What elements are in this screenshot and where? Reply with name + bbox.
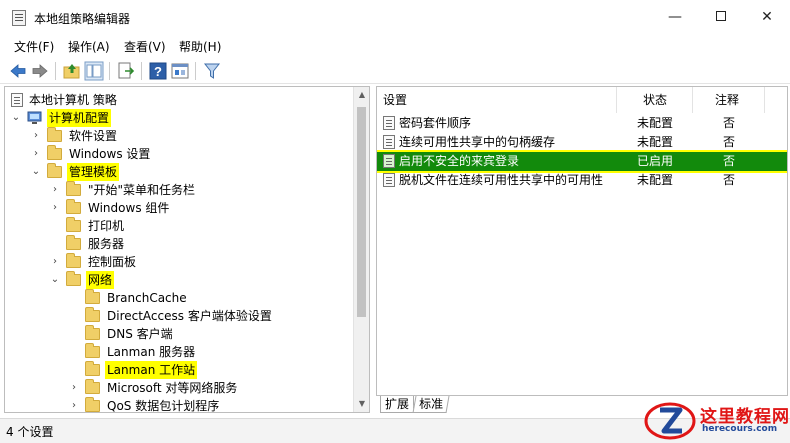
properties-icon[interactable] (170, 61, 190, 81)
chevron-right-icon[interactable]: › (68, 379, 80, 397)
folder-icon (85, 379, 100, 394)
title-bar: 本地组策略编辑器 — ✕ (0, 0, 790, 34)
list-item[interactable]: 密码套件顺序 未配置 否 (377, 114, 787, 133)
folder-icon (85, 361, 100, 376)
folder-icon (66, 199, 81, 214)
maximize-icon (716, 10, 726, 21)
chevron-right-icon[interactable]: › (68, 397, 80, 412)
computer-icon (27, 111, 42, 124)
chevron-right-icon[interactable]: › (49, 181, 61, 199)
chevron-right-icon[interactable]: › (49, 199, 61, 217)
menu-help[interactable]: 帮助(H) (179, 38, 221, 55)
folder-icon (66, 181, 81, 196)
svg-text:?: ? (154, 64, 162, 79)
folder-icon (47, 163, 62, 178)
list-item-selected[interactable]: 启用不安全的来宾登录 已启用 否 (377, 152, 787, 171)
scroll-thumb[interactable] (357, 107, 366, 317)
policy-editor-icon (12, 10, 26, 26)
up-folder-icon[interactable] (62, 61, 82, 81)
folder-icon (47, 127, 62, 142)
chevron-right-icon[interactable]: › (30, 127, 42, 145)
forward-arrow-icon[interactable] (30, 61, 50, 81)
export-list-icon[interactable] (116, 61, 136, 81)
folder-icon (47, 145, 62, 160)
folder-icon (66, 217, 81, 232)
watermark: 这里教程网 herecours.com (640, 398, 790, 443)
close-button[interactable]: ✕ (744, 0, 790, 34)
list-item[interactable]: 脱机文件在连续可用性共享中的可用性 未配置 否 (377, 171, 787, 190)
policy-document-icon (11, 93, 23, 107)
tab-extended[interactable]: 扩展 (380, 396, 415, 413)
watermark-logo-icon (644, 402, 696, 440)
status-text: 4 个设置 (6, 425, 54, 439)
tree-scrollbar[interactable]: ▲ ▼ (353, 87, 369, 412)
setting-icon (383, 173, 395, 187)
folder-icon (85, 307, 100, 322)
window-title: 本地组策略编辑器 (34, 12, 131, 26)
folder-icon (85, 343, 100, 358)
chevron-down-icon[interactable]: ⌄ (10, 109, 22, 127)
menu-view[interactable]: 查看(V) (124, 38, 166, 55)
watermark-url: herecours.com (702, 424, 778, 434)
folder-icon (85, 289, 100, 304)
chevron-down-icon[interactable]: ⌄ (49, 271, 61, 289)
filter-icon[interactable] (202, 61, 222, 81)
show-hide-tree-icon[interactable] (84, 61, 104, 81)
chevron-down-icon[interactable]: ⌄ (30, 163, 42, 181)
maximize-button[interactable] (698, 0, 744, 34)
menu-action[interactable]: 操作(A) (68, 38, 110, 55)
menu-bar: 文件(F) 操作(A) 查看(V) 帮助(H) (0, 36, 790, 56)
toolbar: ? (0, 58, 790, 84)
scroll-down-icon[interactable]: ▼ (354, 396, 369, 412)
setting-icon (383, 135, 395, 149)
help-icon[interactable]: ? (148, 61, 168, 81)
folder-icon (85, 325, 100, 340)
folder-icon (85, 397, 100, 412)
folder-icon (66, 253, 81, 268)
tab-standard[interactable]: 标准 (412, 396, 450, 413)
menu-file[interactable]: 文件(F) (14, 38, 54, 55)
back-arrow-icon[interactable] (8, 61, 28, 81)
folder-icon (66, 271, 81, 286)
chevron-right-icon[interactable]: › (49, 253, 61, 271)
setting-icon (383, 154, 395, 168)
scroll-up-icon[interactable]: ▲ (354, 87, 369, 103)
settings-list: 设置 状态 注释 密码套件顺序 未配置 否 连续可用性共享中的句柄缓存 未配置 … (376, 86, 788, 395)
folder-icon (66, 235, 81, 250)
column-header-state[interactable]: 状态 (617, 87, 693, 113)
column-header-comment[interactable]: 注释 (693, 87, 765, 113)
list-item[interactable]: 连续可用性共享中的句柄缓存 未配置 否 (377, 133, 787, 152)
column-header-setting[interactable]: 设置 (377, 87, 617, 113)
policy-tree[interactable]: 本地计算机 策略 ⌄ 计算机配置 › 软件设置 › Windows 设置 ⌄ 管… (4, 86, 370, 413)
minimize-button[interactable]: — (652, 0, 698, 34)
chevron-right-icon[interactable]: › (30, 145, 42, 163)
setting-icon (383, 116, 395, 130)
